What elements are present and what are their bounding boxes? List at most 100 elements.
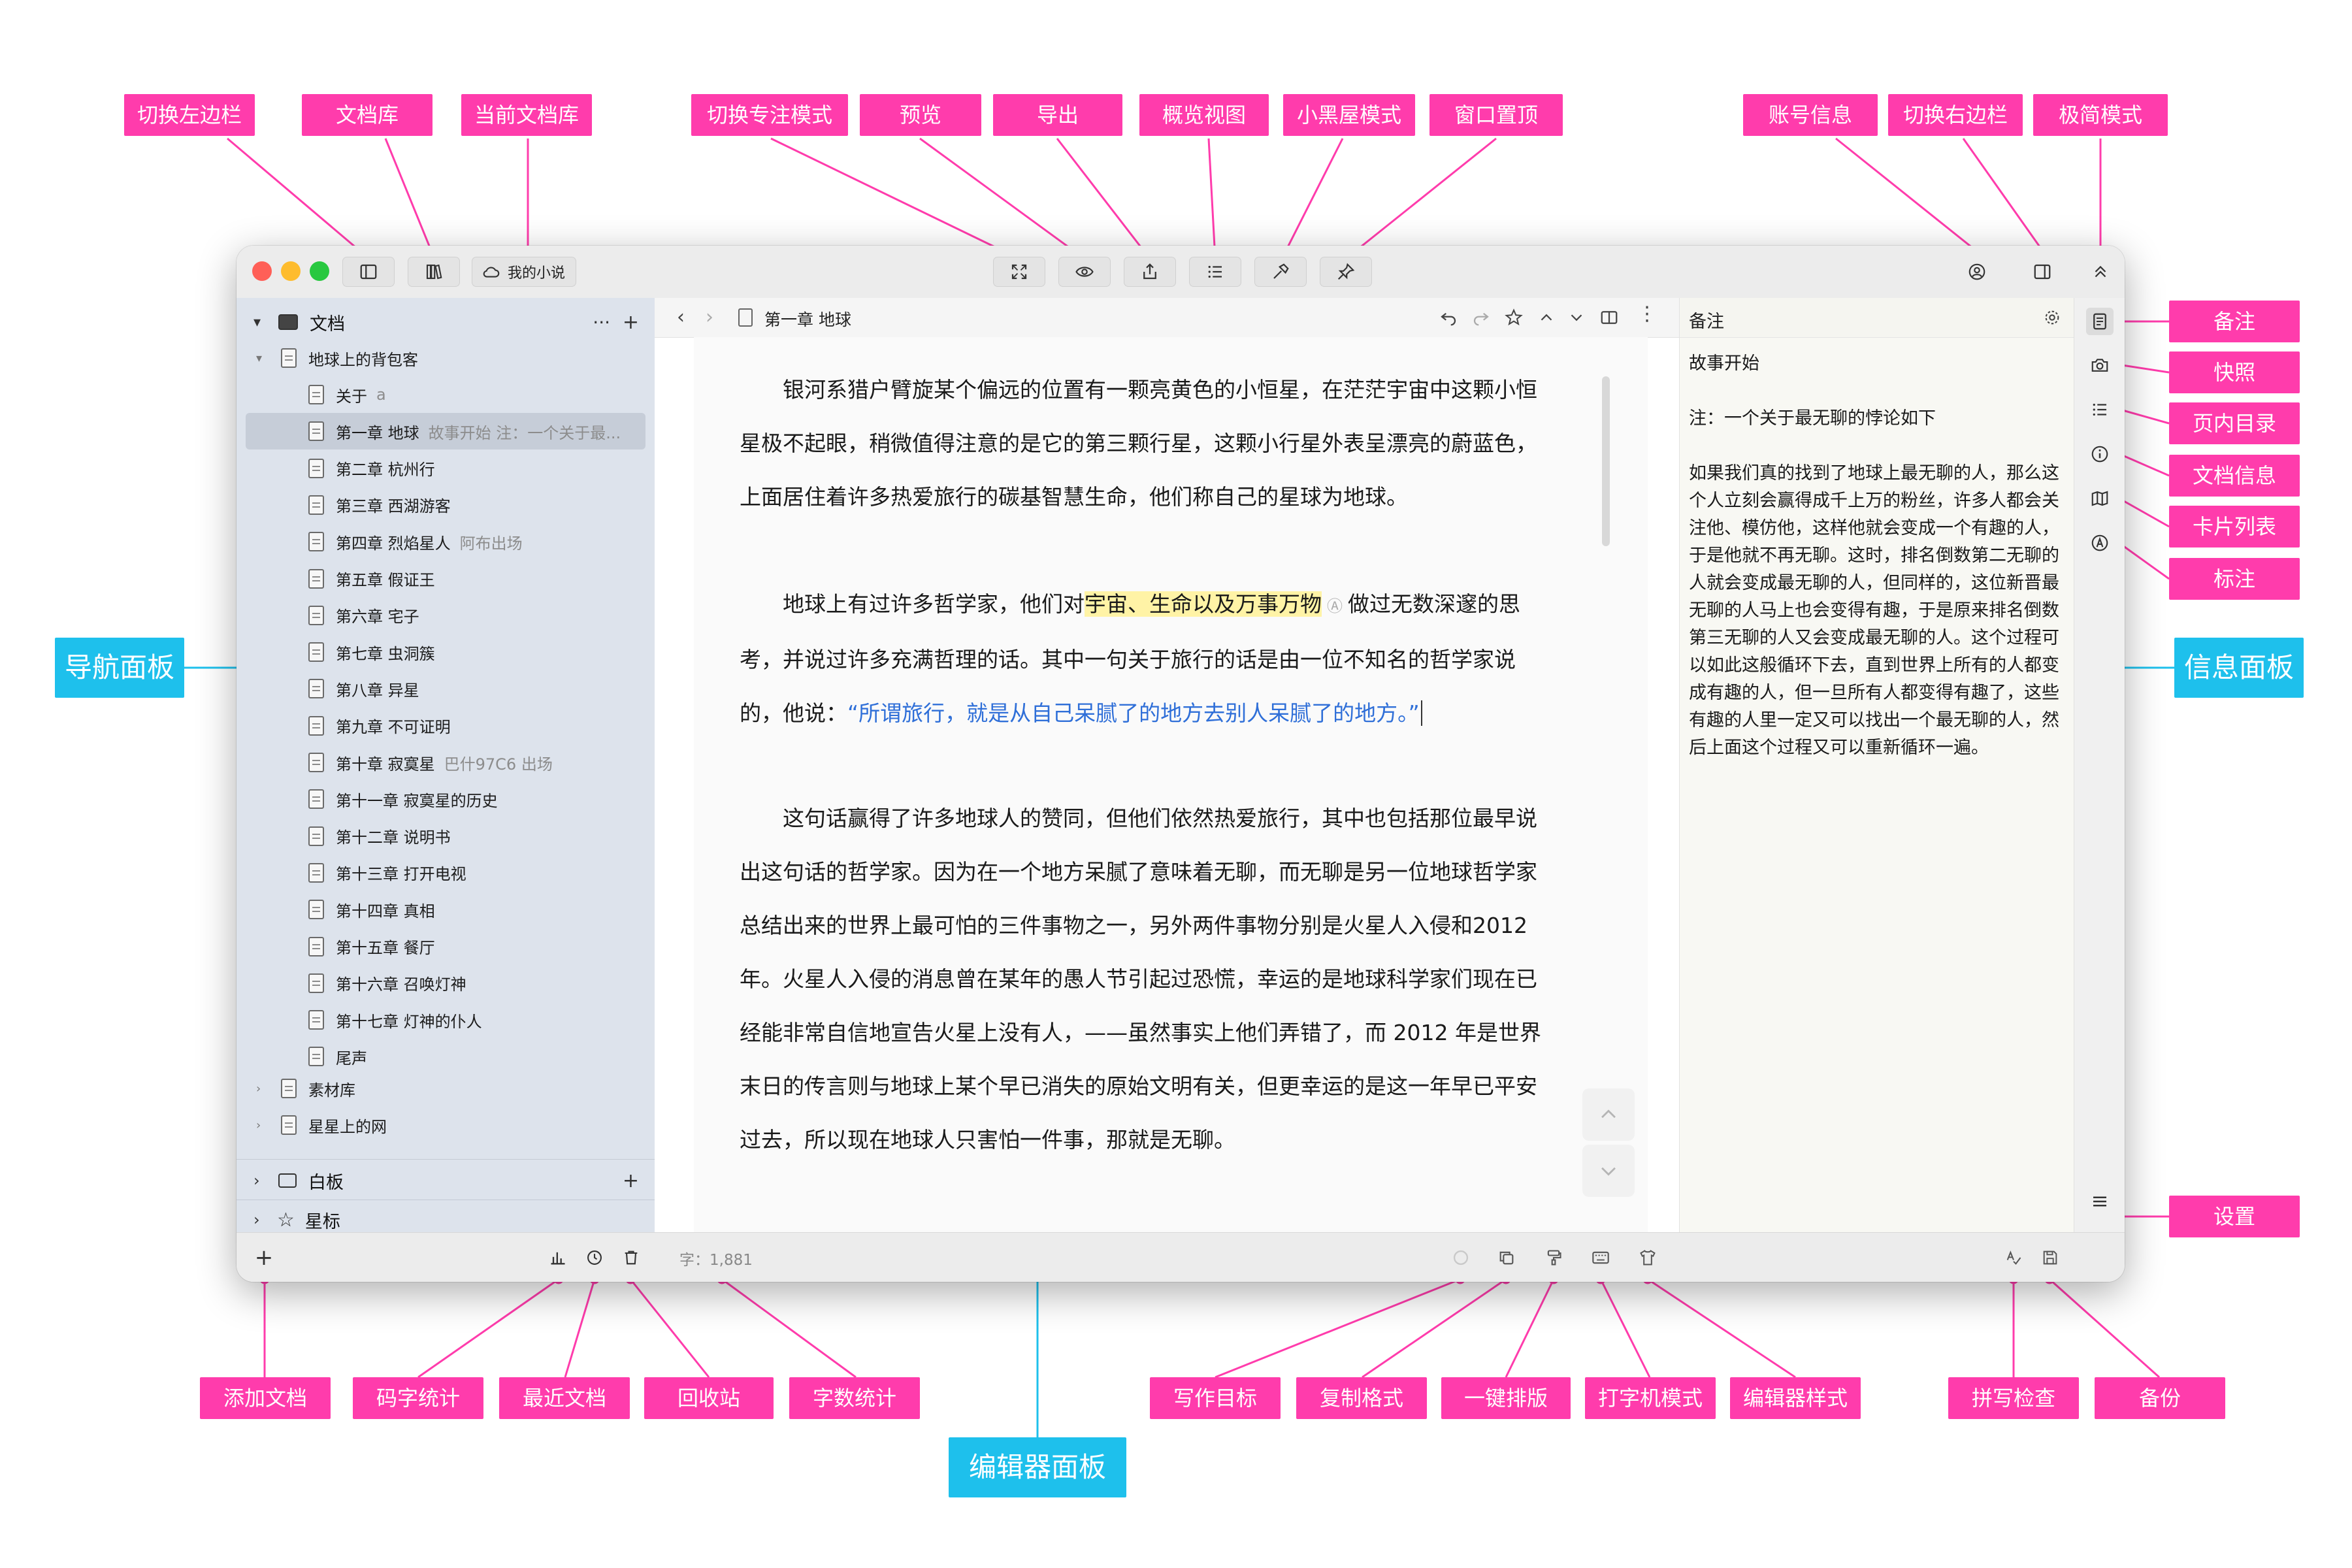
toc-tab[interactable] bbox=[2086, 396, 2114, 423]
chapter-item[interactable]: 第七章 虫洞簇 bbox=[237, 634, 655, 670]
chapter-title: 第九章 不可证明 bbox=[336, 718, 451, 737]
writing-goal-button[interactable] bbox=[1450, 1247, 1471, 1268]
typing-stats-button[interactable] bbox=[547, 1247, 568, 1268]
chapter-item[interactable]: 第十章 寂寞星 巴什97C6 出场 bbox=[237, 744, 655, 781]
chapter-item[interactable]: 第二章 杭州行 bbox=[237, 450, 655, 487]
split-view-icon[interactable] bbox=[1599, 308, 1619, 327]
book-item-materials[interactable]: › 素材库 bbox=[237, 1070, 655, 1107]
paragraph-1[interactable]: 银河系猎户臂旋某个偏远的位置有一颗亮黄色的小恒星，在茫茫宇宙中这颗小恒星极不起眼… bbox=[740, 363, 1550, 524]
chevron-right-icon: › bbox=[256, 1118, 261, 1132]
auto-layout-button[interactable] bbox=[1543, 1247, 1564, 1268]
chapter-item[interactable]: 关于 a bbox=[237, 376, 655, 413]
chapter-item[interactable]: 第十七章 灯神的仆人 bbox=[237, 1002, 655, 1038]
recent-documents-button[interactable] bbox=[584, 1247, 605, 1268]
account-button[interactable] bbox=[1957, 257, 1997, 287]
toggle-right-sidebar-button[interactable] bbox=[2023, 257, 2062, 287]
chevron-down-icon[interactable] bbox=[1567, 308, 1586, 327]
callout-preview: 预览 bbox=[860, 94, 981, 136]
chapter-item[interactable]: 第九章 不可证明 bbox=[237, 708, 655, 744]
editor-style-button[interactable] bbox=[1637, 1247, 1658, 1268]
scroll-down-button[interactable] bbox=[1582, 1145, 1635, 1197]
chapter-item[interactable]: 第十一章 寂寞星的历史 bbox=[237, 781, 655, 817]
chapter-item[interactable]: 第十三章 打开电视 bbox=[237, 855, 655, 891]
chapter-item[interactable]: 第十五章 餐厅 bbox=[237, 928, 655, 965]
share-icon bbox=[1143, 263, 1156, 280]
cards-tab[interactable] bbox=[2086, 485, 2114, 512]
more-icon[interactable]: ··· bbox=[593, 312, 610, 333]
book-item[interactable]: ▾ 地球上的背包客 bbox=[237, 340, 655, 376]
snapshot-tab[interactable] bbox=[2086, 351, 2114, 379]
annotation-icon[interactable]: Ⓐ bbox=[1327, 597, 1343, 615]
highlighted-text[interactable]: 宇宙、生命以及万事万物 bbox=[1085, 591, 1322, 617]
whiteboard-section[interactable]: › 白板 + bbox=[237, 1162, 655, 1200]
dark-room-button[interactable] bbox=[1254, 257, 1307, 287]
minimize-window-button[interactable] bbox=[281, 261, 301, 281]
paragraph-3[interactable]: 这句话赢得了许多地球人的赞同，但他们依然热爱旅行，其中也包括那位最早说出这句话的… bbox=[740, 792, 1550, 1167]
chapter-item[interactable]: 第五章 假证王 bbox=[237, 561, 655, 597]
chevron-up-icon[interactable] bbox=[1537, 308, 1556, 327]
documents-root[interactable]: ▾ 文档 ··· + bbox=[237, 303, 655, 341]
close-window-button[interactable] bbox=[252, 261, 272, 281]
note-body[interactable]: 如果我们真的找到了地球上最无聊的人，那么这个人立刻会赢得成千上万的粉丝，许多人都… bbox=[1689, 460, 2061, 762]
add-icon[interactable]: + bbox=[623, 1169, 639, 1192]
chapter-title: 第五章 假证王 bbox=[336, 571, 435, 589]
annotations-tab[interactable] bbox=[2086, 529, 2114, 557]
annotation-icon bbox=[2091, 534, 2108, 551]
current-library-name: 我的小说 bbox=[508, 265, 566, 282]
copy-icon bbox=[1499, 1251, 1514, 1265]
chapter-item[interactable]: 第十二章 说明书 bbox=[237, 818, 655, 855]
gear-icon[interactable] bbox=[2043, 308, 2061, 327]
trash-button[interactable] bbox=[621, 1247, 642, 1268]
toggle-left-sidebar-button[interactable] bbox=[342, 257, 395, 287]
minimal-mode-button[interactable] bbox=[2087, 257, 2114, 287]
typewriter-mode-button[interactable] bbox=[1590, 1247, 1611, 1268]
chapter-item[interactable]: 第十六章 召唤灯神 bbox=[237, 965, 655, 1002]
add-icon[interactable]: + bbox=[623, 311, 639, 334]
overview-button[interactable] bbox=[1189, 257, 1241, 287]
callout-recent-docs: 最近文档 bbox=[499, 1377, 630, 1419]
settings-button[interactable] bbox=[2086, 1188, 2114, 1215]
current-library-button[interactable]: 我的小说 bbox=[472, 257, 576, 287]
zoom-window-button[interactable] bbox=[310, 261, 329, 281]
forward-icon[interactable]: › bbox=[706, 306, 713, 329]
chapter-item[interactable]: 第一章 地球 故事开始 注：一个关于最... bbox=[246, 413, 645, 450]
word-count[interactable]: 字：1,881 bbox=[679, 1247, 753, 1269]
scroll-up-button[interactable] bbox=[1582, 1088, 1635, 1141]
backup-button[interactable] bbox=[2040, 1247, 2061, 1268]
back-icon[interactable]: ‹ bbox=[677, 306, 685, 329]
note-line-1[interactable]: 故事开始 bbox=[1689, 350, 2061, 378]
more-vertical-icon[interactable]: ⋮ bbox=[1637, 304, 1657, 324]
chapter-title: 第十七章 灯神的仆人 bbox=[336, 1012, 482, 1031]
library-button[interactable] bbox=[408, 257, 460, 287]
callout-copy-format: 复制格式 bbox=[1296, 1377, 1427, 1419]
callout-add-doc: 添加文档 bbox=[200, 1377, 331, 1419]
undo-icon[interactable] bbox=[1439, 308, 1458, 327]
notes-tab[interactable] bbox=[2086, 308, 2114, 335]
callout-export: 导出 bbox=[993, 94, 1122, 136]
spellcheck-button[interactable] bbox=[2003, 1247, 2024, 1268]
book-item-stars-web[interactable]: › 星星上的网 bbox=[237, 1107, 655, 1143]
pin-window-button[interactable] bbox=[1320, 257, 1372, 287]
chapter-item[interactable]: 尾声 bbox=[237, 1038, 655, 1075]
chapter-title: 第六章 宅子 bbox=[336, 608, 419, 627]
star-icon[interactable] bbox=[1504, 308, 1524, 327]
doc-info-tab[interactable] bbox=[2086, 440, 2114, 468]
document-icon bbox=[308, 385, 324, 404]
chapter-item[interactable]: 第三章 西湖游客 bbox=[237, 487, 655, 523]
export-button[interactable] bbox=[1124, 257, 1176, 287]
focus-mode-button[interactable] bbox=[993, 257, 1045, 287]
chapter-item[interactable]: 第六章 宅子 bbox=[237, 597, 655, 634]
paragraph-2[interactable]: 地球上有过许多哲学家，他们对宇宙、生命以及万事万物 Ⓐ 做过无数深邃的思考，并说过许… bbox=[740, 578, 1550, 740]
chapter-item[interactable]: 第八章 异星 bbox=[237, 670, 655, 707]
preview-button[interactable] bbox=[1058, 257, 1111, 287]
chapter-item[interactable]: 第四章 烈焰星人 阿布出场 bbox=[237, 523, 655, 560]
redo-icon[interactable] bbox=[1471, 308, 1491, 327]
note-line-2[interactable]: 注：一个关于最无聊的悖论如下 bbox=[1689, 405, 2061, 433]
add-document-button[interactable]: + bbox=[253, 1247, 274, 1269]
editor-body[interactable]: 银河系猎户臂旋某个偏远的位置有一颗亮黄色的小恒星，在茫茫宇宙中这颗小恒星极不起眼… bbox=[694, 337, 1648, 1232]
scrollbar-thumb[interactable] bbox=[1602, 376, 1610, 546]
chapter-item[interactable]: 第十四章 真相 bbox=[237, 891, 655, 928]
editor-header: ‹ › 第一章 地球 ⋮ bbox=[655, 298, 1679, 338]
copy-format-button[interactable] bbox=[1496, 1247, 1517, 1268]
chevron-right-icon: › bbox=[256, 1081, 261, 1096]
